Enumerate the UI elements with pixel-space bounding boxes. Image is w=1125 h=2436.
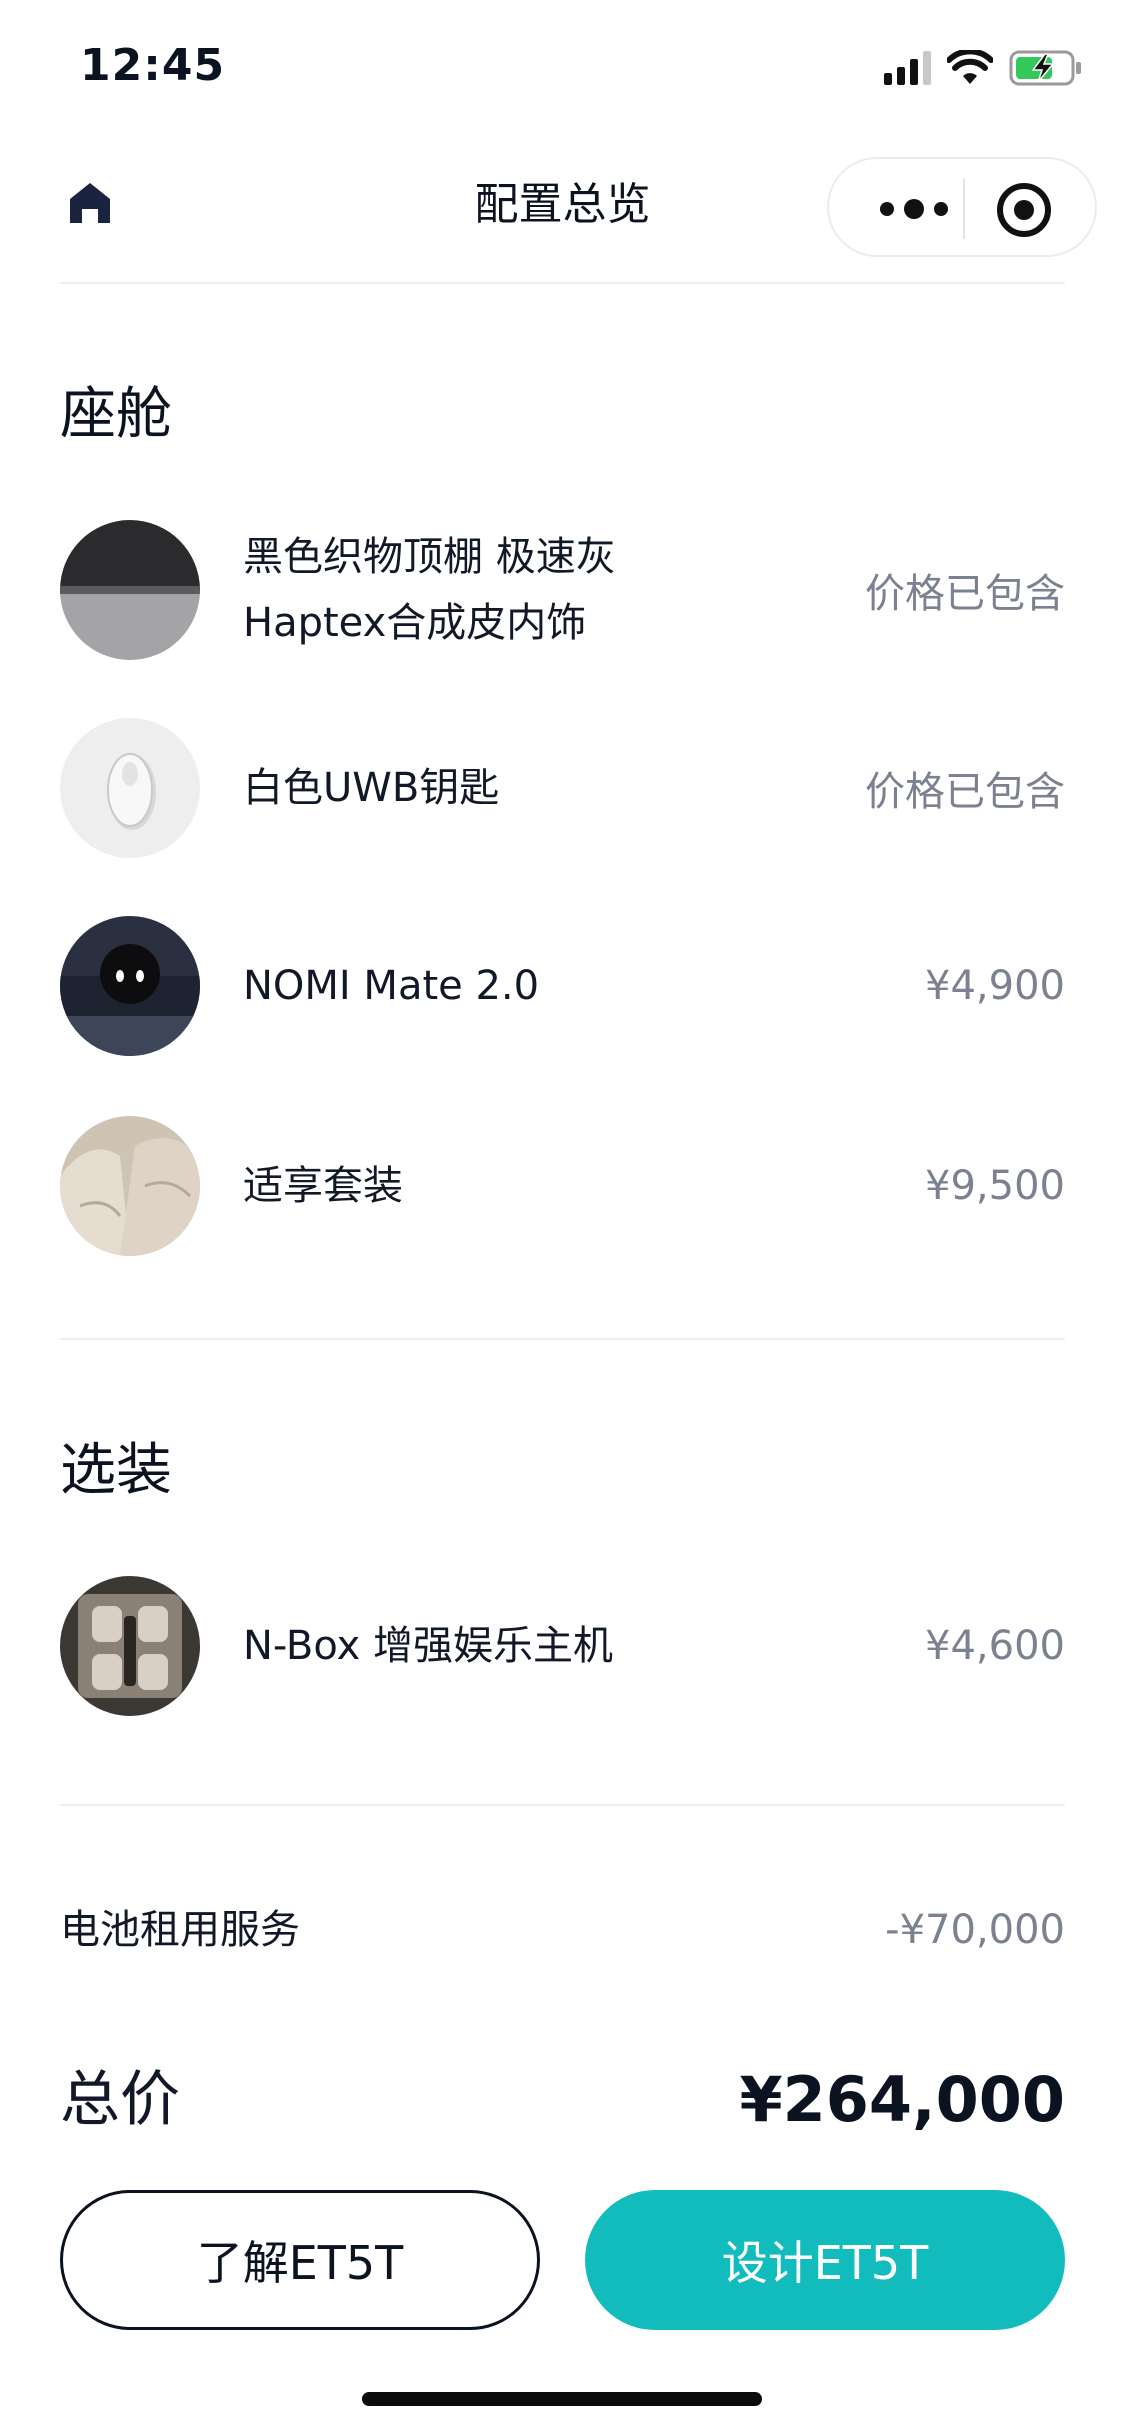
item-price: ¥4,600 — [925, 1623, 1065, 1669]
battery-rental-label: 电池租用服务 — [60, 1907, 300, 1953]
item-name: N-Box 增强娱乐主机 — [243, 1623, 613, 1669]
config-item-uwb-key: 白色UWB钥匙 价格已包含 — [60, 718, 1065, 858]
section-title-cabin: 座舱 — [60, 382, 172, 447]
item-price: 价格已包含 — [865, 571, 1065, 617]
nomi-thumbnail — [60, 916, 200, 1056]
navigation-bar: 配置总览 — [0, 135, 1125, 285]
item-price: ¥4,900 — [925, 963, 1065, 1009]
config-item-nbox: N-Box 增强娱乐主机 ¥4,600 — [60, 1576, 1065, 1716]
learn-et5t-button[interactable]: 了解ET5T — [60, 2190, 540, 2330]
nbox-thumbnail — [60, 1576, 200, 1716]
status-bar: 12:45 — [0, 0, 1125, 135]
design-et5t-button[interactable]: 设计ET5T — [585, 2190, 1065, 2330]
config-item-nomi: NOMI Mate 2.0 ¥4,900 — [60, 916, 1065, 1056]
battery-charging-icon — [1009, 50, 1081, 86]
seat-package-thumbnail — [60, 1116, 200, 1256]
mini-program-capsule — [827, 157, 1097, 257]
status-icons — [884, 48, 1083, 88]
item-price: 价格已包含 — [865, 769, 1065, 815]
item-name: 白色UWB钥匙 — [243, 765, 500, 811]
item-name: NOMI Mate 2.0 — [243, 963, 540, 1009]
config-item-comfort-package: 适享套装 ¥9,500 — [60, 1116, 1065, 1256]
divider — [60, 1804, 1065, 1806]
item-name: 适享套装 — [243, 1163, 403, 1209]
item-name-line2: Haptex合成皮内饰 — [243, 600, 587, 646]
total-price: ¥264,000 — [739, 2063, 1065, 2136]
battery-rental-value: -¥70,000 — [885, 1907, 1065, 1953]
total-label: 总价 — [60, 2065, 180, 2135]
divider — [60, 282, 1065, 284]
capsule-divider — [963, 179, 965, 239]
item-price: ¥9,500 — [925, 1163, 1065, 1209]
config-item-interior: 黑色织物顶棚 极速灰 Haptex合成皮内饰 价格已包含 — [60, 520, 1065, 660]
item-name: 黑色织物顶棚 极速灰 Haptex合成皮内饰 — [243, 520, 616, 660]
status-time: 12:45 — [80, 40, 226, 91]
divider — [60, 1338, 1065, 1340]
uwb-key-thumbnail — [60, 718, 200, 858]
cellular-signal-icon — [884, 51, 931, 85]
close-mini-program-icon[interactable] — [995, 181, 1053, 239]
interior-thumbnail — [60, 520, 200, 660]
wifi-icon — [947, 50, 993, 84]
item-name-line1: 黑色织物顶棚 极速灰 — [243, 534, 616, 580]
home-indicator — [362, 2392, 762, 2406]
battery-rental-row: 电池租用服务 -¥70,000 — [60, 1900, 1065, 1960]
section-title-options: 选装 — [60, 1438, 172, 1503]
